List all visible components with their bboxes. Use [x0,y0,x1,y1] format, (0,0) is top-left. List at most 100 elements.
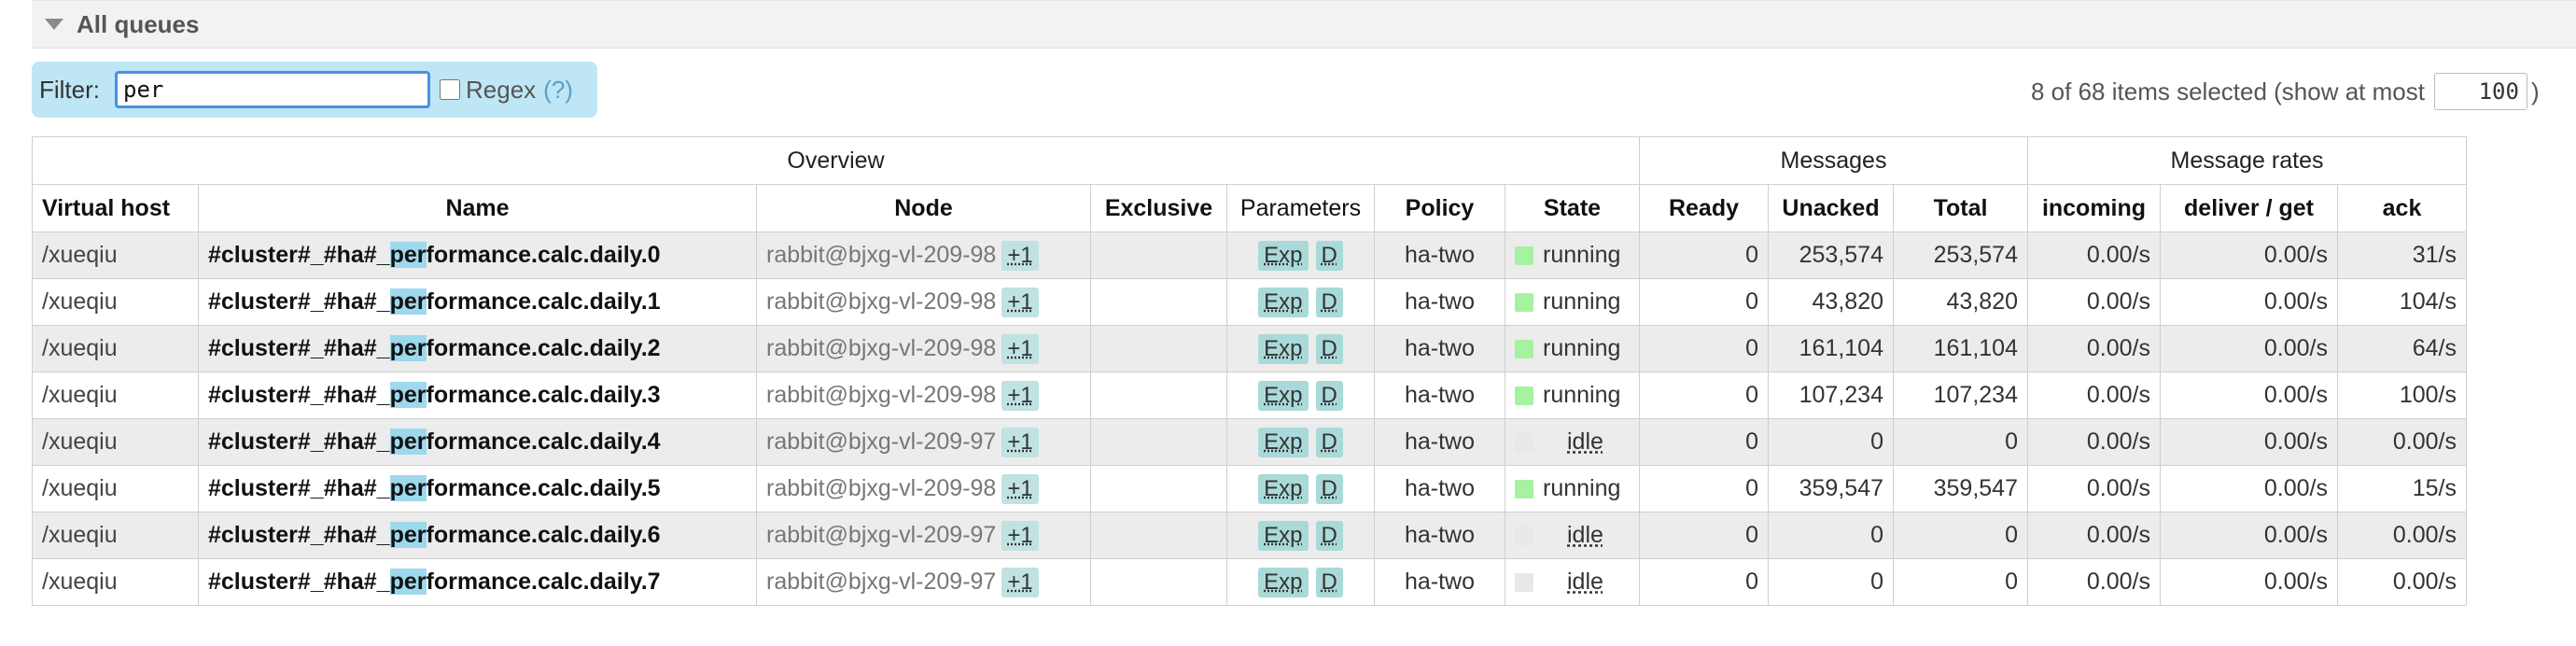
param-d-badge[interactable]: D [1315,427,1343,457]
cell-name[interactable]: #cluster#_#ha#_performance.calc.daily.3 [198,372,757,419]
param-exp-badge[interactable]: Exp [1258,240,1309,271]
regex-checkbox[interactable] [440,79,460,100]
param-d-badge[interactable]: D [1315,240,1343,271]
queue-name-highlight[interactable]: per [389,242,427,268]
queue-name-prefix[interactable]: #cluster#_#ha#_ [208,335,390,361]
cell-deliver-get: 0.00/s [2160,512,2338,559]
table-row[interactable]: /xueqiu #cluster#_#ha#_performance.calc.d… [32,325,2467,372]
mirror-count-badge[interactable]: +1 [1001,240,1039,271]
cell-node: rabbit@bjxg-vl-209-97 +1 [756,558,1091,606]
regex-help-link[interactable]: (?) [543,76,573,105]
param-d-badge[interactable]: D [1315,473,1343,504]
queue-name-prefix[interactable]: #cluster#_#ha#_ [208,522,390,548]
col-incoming[interactable]: incoming [2027,184,2161,232]
queue-name-suffix[interactable]: formance.calc.daily.4 [427,428,661,455]
queue-name-highlight[interactable]: per [389,428,427,455]
mirror-count-badge[interactable]: +1 [1001,567,1039,597]
cell-name[interactable]: #cluster#_#ha#_performance.calc.daily.7 [198,558,757,606]
cell-node: rabbit@bjxg-vl-209-98 +1 [756,278,1091,326]
queue-name-prefix[interactable]: #cluster#_#ha#_ [208,475,390,501]
queue-name-suffix[interactable]: formance.calc.daily.1 [427,288,661,315]
cell-total: 107,234 [1893,372,2028,419]
col-exclusive[interactable]: Exclusive [1090,184,1227,232]
mirror-count-badge[interactable]: +1 [1001,427,1039,457]
col-unacked[interactable]: Unacked [1768,184,1894,232]
param-d-badge[interactable]: D [1315,287,1343,317]
queue-name-suffix[interactable]: formance.calc.daily.0 [427,242,661,268]
show-at-most-input[interactable] [2433,73,2527,110]
table-row[interactable]: /xueqiu #cluster#_#ha#_performance.calc.d… [32,372,2467,419]
cell-parameters: Exp D [1226,325,1375,372]
vhost-text: /xueqiu [42,428,118,455]
mirror-count-badge[interactable]: +1 [1001,473,1039,504]
table-row[interactable]: /xueqiu #cluster#_#ha#_performance.calc.d… [32,418,2467,466]
cell-name[interactable]: #cluster#_#ha#_performance.calc.daily.4 [198,418,757,466]
queue-name-highlight[interactable]: per [389,569,427,595]
state-indicator-icon [1515,292,1533,312]
col-ack[interactable]: ack [2337,184,2467,232]
table-row[interactable]: /xueqiu #cluster#_#ha#_performance.calc.d… [32,278,2467,326]
queue-name-prefix[interactable]: #cluster#_#ha#_ [208,382,390,408]
vhost-text: /xueqiu [42,242,118,268]
mirror-count-badge[interactable]: +1 [1001,380,1039,411]
table-row[interactable]: /xueqiu #cluster#_#ha#_performance.calc.d… [32,232,2467,279]
ready-value: 0 [1745,382,1758,408]
queue-name-highlight[interactable]: per [389,382,427,408]
param-d-badge[interactable]: D [1315,333,1343,364]
queue-name-suffix[interactable]: formance.calc.daily.7 [427,569,661,595]
queue-name-prefix[interactable]: #cluster#_#ha#_ [208,569,390,595]
param-exp-badge[interactable]: Exp [1258,520,1309,551]
table-row[interactable]: /xueqiu #cluster#_#ha#_performance.calc.d… [32,465,2467,513]
col-policy[interactable]: Policy [1374,184,1505,232]
mirror-count-badge[interactable]: +1 [1001,287,1039,317]
queue-name-highlight[interactable]: per [389,288,427,315]
param-exp-badge[interactable]: Exp [1258,473,1309,504]
queue-name-prefix[interactable]: #cluster#_#ha#_ [208,288,390,315]
queue-name-prefix[interactable]: #cluster#_#ha#_ [208,428,390,455]
collapse-triangle-icon[interactable] [45,19,63,30]
queue-name-suffix[interactable]: formance.calc.daily.2 [427,335,661,361]
col-node[interactable]: Node [756,184,1091,232]
cell-name[interactable]: #cluster#_#ha#_performance.calc.daily.5 [198,465,757,513]
param-exp-badge[interactable]: Exp [1258,287,1309,317]
ack-rate: 0.00/s [2392,428,2457,455]
queue-name-highlight[interactable]: per [389,335,427,361]
param-exp-badge[interactable]: Exp [1258,427,1309,457]
all-queues-header[interactable]: All queues [32,0,2576,49]
cell-name[interactable]: #cluster#_#ha#_performance.calc.daily.6 [198,512,757,559]
col-state[interactable]: State [1505,184,1640,232]
ready-value: 0 [1745,569,1758,595]
cell-ack: 0.00/s [2337,512,2467,559]
col-name[interactable]: Name [198,184,757,232]
cell-total: 161,104 [1893,325,2028,372]
queue-name-prefix[interactable]: #cluster#_#ha#_ [208,242,390,268]
param-d-badge[interactable]: D [1315,567,1343,597]
queue-name-suffix[interactable]: formance.calc.daily.5 [427,475,661,501]
col-ready[interactable]: Ready [1639,184,1769,232]
cell-name[interactable]: #cluster#_#ha#_performance.calc.daily.2 [198,325,757,372]
table-row[interactable]: /xueqiu #cluster#_#ha#_performance.calc.d… [32,512,2467,559]
param-exp-badge[interactable]: Exp [1258,333,1309,364]
col-deliver-get[interactable]: deliver / get [2160,184,2338,232]
cell-total: 0 [1893,512,2028,559]
param-d-badge[interactable]: D [1315,380,1343,411]
queue-name-suffix[interactable]: formance.calc.daily.3 [427,382,661,408]
queue-name-highlight[interactable]: per [389,475,427,501]
col-total[interactable]: Total [1893,184,2028,232]
queue-name-highlight[interactable]: per [389,522,427,548]
policy-text: ha-two [1404,569,1476,595]
col-virtual-host[interactable]: Virtual host [32,184,199,232]
filter-input[interactable] [115,71,430,108]
table-row[interactable]: /xueqiu #cluster#_#ha#_performance.calc.d… [32,558,2467,606]
queue-name-suffix[interactable]: formance.calc.daily.6 [427,522,661,548]
param-d-badge[interactable]: D [1315,520,1343,551]
cell-parameters: Exp D [1226,278,1375,326]
cell-node: rabbit@bjxg-vl-209-98 +1 [756,372,1091,419]
cell-parameters: Exp D [1226,465,1375,513]
param-exp-badge[interactable]: Exp [1258,567,1309,597]
mirror-count-badge[interactable]: +1 [1001,333,1039,364]
param-exp-badge[interactable]: Exp [1258,380,1309,411]
mirror-count-badge[interactable]: +1 [1001,520,1039,551]
cell-name[interactable]: #cluster#_#ha#_performance.calc.daily.0 [198,232,757,279]
cell-name[interactable]: #cluster#_#ha#_performance.calc.daily.1 [198,278,757,326]
